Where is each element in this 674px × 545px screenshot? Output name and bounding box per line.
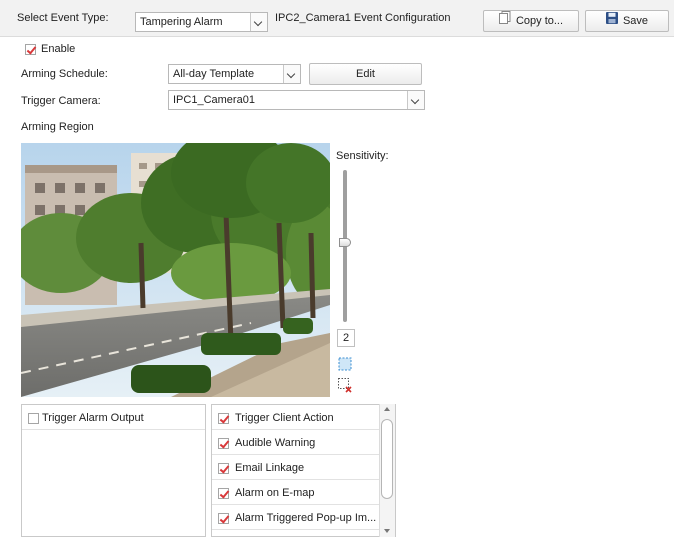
camera-preview-image <box>21 143 330 397</box>
copy-to-button[interactable]: Copy to... <box>483 10 579 32</box>
select-full-region-icon[interactable] <box>338 357 352 371</box>
alarm-popup-image-checkbox[interactable] <box>218 513 229 524</box>
enable-label: Enable <box>41 43 76 55</box>
audible-warning-checkbox[interactable] <box>218 438 229 449</box>
sensitivity-slider-thumb[interactable] <box>339 238 351 247</box>
camera-preview[interactable] <box>21 143 330 397</box>
trigger-alarm-output-checkbox[interactable] <box>28 413 39 424</box>
arming-schedule-label: Arming Schedule: <box>21 68 108 80</box>
arming-region-label: Arming Region <box>21 121 94 133</box>
scrollbar-thumb[interactable] <box>381 419 393 499</box>
client-action-panel: Trigger Client Action Audible Warning Em… <box>211 404 396 537</box>
list-item[interactable]: Audible Warning <box>212 430 382 455</box>
alarm-on-emap-checkbox[interactable] <box>218 488 229 499</box>
trigger-camera-value: IPC1_Camera01 <box>173 94 255 106</box>
scroll-down-arrow-icon[interactable] <box>384 529 390 533</box>
trigger-client-action-label: Trigger Client Action <box>235 412 334 424</box>
audible-warning-label: Audible Warning <box>235 437 316 449</box>
trigger-client-action-checkbox[interactable] <box>218 413 229 424</box>
sensitivity-label: Sensitivity: <box>336 150 389 162</box>
list-item[interactable]: Alarm Triggered Pop-up Im... <box>212 505 382 530</box>
alarm-on-emap-label: Alarm on E-map <box>235 487 315 499</box>
list-item[interactable]: Trigger Alarm Output <box>22 405 205 430</box>
event-type-value: Tampering Alarm <box>140 16 223 28</box>
chevron-down-icon <box>407 91 424 109</box>
scroll-up-arrow-icon[interactable] <box>384 407 390 411</box>
alarm-popup-image-label: Alarm Triggered Pop-up Im... <box>235 512 377 524</box>
email-linkage-checkbox[interactable] <box>218 463 229 474</box>
chevron-down-icon <box>283 65 300 83</box>
list-item[interactable]: Email Linkage <box>212 455 382 480</box>
list-item[interactable]: Alarm on E-map <box>212 480 382 505</box>
save-button[interactable]: Save <box>585 10 669 32</box>
floppy-disk-icon <box>605 11 618 31</box>
config-title: IPC2_Camera1 Event Configuration <box>275 12 451 24</box>
event-type-select[interactable]: Tampering Alarm <box>135 12 268 32</box>
trigger-camera-select[interactable]: IPC1_Camera01 <box>168 90 425 110</box>
copy-to-label: Copy to... <box>515 15 564 27</box>
copy-icon <box>498 11 511 31</box>
save-label: Save <box>622 15 649 27</box>
edit-label: Edit <box>356 68 375 80</box>
sensitivity-value[interactable]: 2 <box>337 329 355 347</box>
enable-checkbox[interactable] <box>25 44 36 55</box>
alarm-output-panel: Trigger Alarm Output <box>21 404 206 537</box>
email-linkage-label: Email Linkage <box>235 462 305 474</box>
list-item[interactable]: Trigger Client Action <box>212 405 382 430</box>
arming-schedule-value: All-day Template <box>173 68 255 80</box>
edit-schedule-button[interactable]: Edit <box>309 63 422 85</box>
trigger-camera-label: Trigger Camera: <box>21 95 101 107</box>
clear-region-icon[interactable] <box>338 378 352 393</box>
trigger-alarm-output-label: Trigger Alarm Output <box>42 412 144 424</box>
event-type-label: Select Event Type: <box>17 12 109 24</box>
arming-schedule-select[interactable]: All-day Template <box>168 64 301 84</box>
chevron-down-icon <box>250 13 267 31</box>
